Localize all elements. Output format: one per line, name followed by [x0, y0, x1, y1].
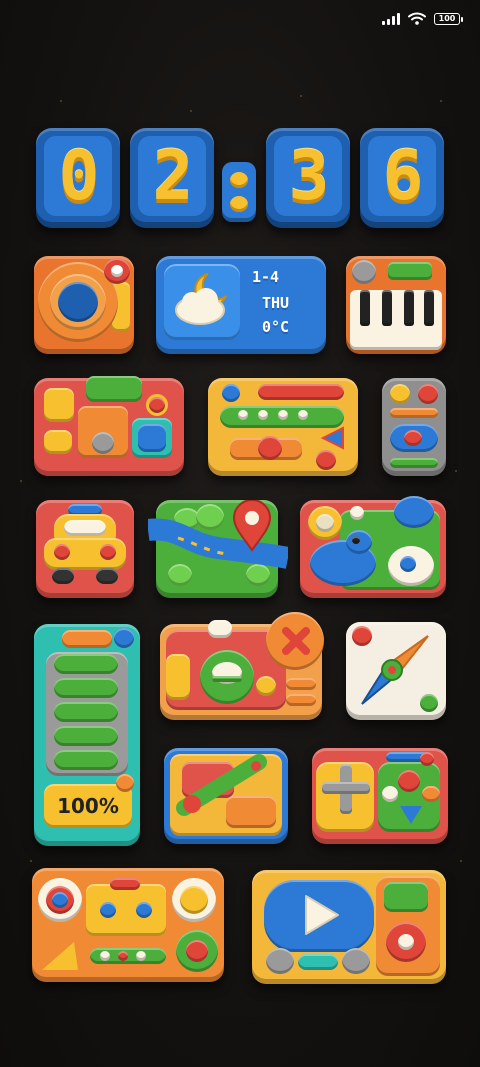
- cassette-app-icon[interactable]: [32, 868, 224, 982]
- clock-colon: [222, 162, 256, 222]
- minute-tens-digit: 3: [288, 136, 330, 216]
- radio-app-icon[interactable]: [208, 378, 358, 476]
- remote-app-icon[interactable]: [382, 378, 446, 476]
- battery-level-text: 100: [438, 14, 456, 23]
- battery-widget[interactable]: 100%: [34, 624, 140, 846]
- weather-widget[interactable]: 1-4 THU 0°C: [156, 256, 326, 354]
- twitter-app-icon[interactable]: [300, 496, 446, 598]
- play-icon: [305, 895, 339, 935]
- triangle-button-icon: [400, 806, 422, 824]
- play-triangle-icon: [320, 426, 344, 450]
- clock-digit-tile: 3: [266, 128, 350, 228]
- minute-ones-digit: 6: [382, 136, 424, 216]
- map-pin-icon: [232, 500, 272, 552]
- weather-date-range: 1-4: [252, 268, 280, 286]
- clock-digit-tile: 0: [36, 128, 120, 228]
- toolbox-app-icon[interactable]: [34, 376, 184, 476]
- hour-tens-digit: 0: [58, 136, 100, 216]
- taxi-app-icon[interactable]: [36, 500, 134, 598]
- wifi-icon: [408, 12, 426, 25]
- ruler-app-icon[interactable]: [164, 748, 288, 844]
- weather-temperature: 0°C: [262, 318, 290, 336]
- piano-app-icon[interactable]: [346, 256, 446, 354]
- close-icon: [282, 627, 310, 655]
- triangle-shape-icon: [42, 942, 78, 970]
- signal-bars-icon: [382, 12, 400, 25]
- battery-percent-label: 100%: [57, 794, 119, 818]
- weather-icon-panel: [164, 264, 240, 340]
- moon-cloud-icon: [175, 273, 227, 325]
- clock-digit-tile: 6: [360, 128, 444, 228]
- ruler-tool-icon: [176, 754, 267, 816]
- video-player-app-icon[interactable]: [252, 870, 446, 984]
- compass-app-icon[interactable]: [346, 622, 446, 720]
- battery-indicator: 100: [434, 12, 463, 25]
- maps-app-icon[interactable]: [148, 500, 288, 598]
- browser-app-icon[interactable]: [160, 612, 324, 720]
- clock-digit-tile: 2: [130, 128, 214, 228]
- gamepad-app-icon[interactable]: [312, 748, 448, 844]
- compass-needle-icon: [361, 635, 429, 705]
- status-bar: 100: [382, 12, 463, 25]
- weather-weekday: THU: [262, 294, 290, 312]
- hour-ones-digit: 2: [152, 136, 194, 216]
- camera-app-icon[interactable]: [34, 256, 134, 354]
